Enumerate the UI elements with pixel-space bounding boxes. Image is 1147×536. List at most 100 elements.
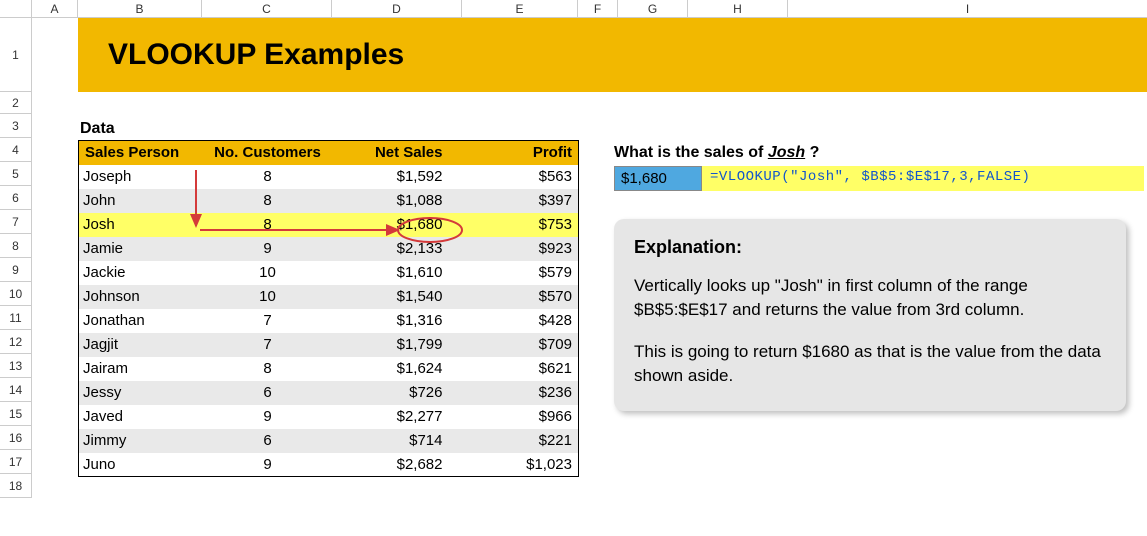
th-profit[interactable]: Profit [463,141,579,165]
table-row[interactable]: Juno9$2,682$1,023 [79,453,579,477]
table-row[interactable]: Jonathan7$1,316$428 [79,309,579,333]
row-header-7[interactable]: 7 [0,210,32,234]
col-header-d[interactable]: D [332,0,462,18]
table-row[interactable]: Jagjit7$1,799$709 [79,333,579,357]
table-row[interactable]: Javed9$2,277$966 [79,405,579,429]
col-header-g[interactable]: G [618,0,688,18]
cell-netsales[interactable]: $726 [333,381,463,405]
cell-profit[interactable]: $923 [463,237,579,261]
row-header-2[interactable]: 2 [0,92,32,114]
table-row[interactable]: Jackie10$1,610$579 [79,261,579,285]
cell-netsales[interactable]: $1,799 [333,333,463,357]
corner-cell[interactable] [0,0,32,18]
cell-name[interactable]: Javed [79,405,203,429]
cell-netsales[interactable]: $1,592 [333,165,463,189]
cell-profit[interactable]: $570 [463,285,579,309]
cell-customers[interactable]: 6 [203,381,333,405]
col-header-a[interactable]: A [32,0,78,18]
cell-customers[interactable]: 8 [203,357,333,381]
cell-name[interactable]: John [79,189,203,213]
table-row[interactable]: Jamie9$2,133$923 [79,237,579,261]
row-header-6[interactable]: 6 [0,186,32,210]
col-header-c[interactable]: C [202,0,332,18]
row-header-9[interactable]: 9 [0,258,32,282]
cell-name[interactable]: Jagjit [79,333,203,357]
cell-customers[interactable]: 8 [203,189,333,213]
cell-name[interactable]: Jonathan [79,309,203,333]
row-header-8[interactable]: 8 [0,234,32,258]
th-netsales[interactable]: Net Sales [333,141,463,165]
cell-name[interactable]: Jamie [79,237,203,261]
row-header-10[interactable]: 10 [0,282,32,306]
th-salesperson[interactable]: Sales Person [79,141,203,165]
cell-profit[interactable]: $397 [463,189,579,213]
cell-customers[interactable]: 9 [203,453,333,477]
col-header-b[interactable]: B [78,0,202,18]
table-row[interactable]: Joseph8$1,592$563 [79,165,579,189]
row-header-1[interactable]: 1 [0,18,32,92]
cell-customers[interactable]: 9 [203,237,333,261]
cell-netsales[interactable]: $2,277 [333,405,463,429]
row-header-17[interactable]: 17 [0,450,32,474]
cell-customers[interactable]: 10 [203,285,333,309]
result-cell[interactable]: $1,680 [614,166,702,191]
cell-netsales[interactable]: $1,088 [333,189,463,213]
cell-netsales[interactable]: $1,624 [333,357,463,381]
cell-profit[interactable]: $428 [463,309,579,333]
row-header-5[interactable]: 5 [0,162,32,186]
row-header-16[interactable]: 16 [0,426,32,450]
cell-customers[interactable]: 8 [203,165,333,189]
table-row[interactable]: Josh8$1,680$753 [79,213,579,237]
cell-name[interactable]: Josh [79,213,203,237]
cell-customers[interactable]: 8 [203,213,333,237]
cell-netsales[interactable]: $1,540 [333,285,463,309]
col-header-h[interactable]: H [688,0,788,18]
cell-customers[interactable]: 7 [203,333,333,357]
cell-profit[interactable]: $753 [463,213,579,237]
table-row[interactable]: Jessy6$726$236 [79,381,579,405]
table-row[interactable]: Jimmy6$714$221 [79,429,579,453]
col-header-i[interactable]: I [788,0,1147,18]
cell-name[interactable]: Jackie [79,261,203,285]
table-row[interactable]: Johnson10$1,540$570 [79,285,579,309]
table-row[interactable]: Jairam8$1,624$621 [79,357,579,381]
cell-customers[interactable]: 9 [203,405,333,429]
row-header-15[interactable]: 15 [0,402,32,426]
cell-netsales[interactable]: $714 [333,429,463,453]
cell-name[interactable]: Joseph [79,165,203,189]
cell-customers[interactable]: 7 [203,309,333,333]
row-header-18[interactable]: 18 [0,474,32,498]
row-header-13[interactable]: 13 [0,354,32,378]
row-header-14[interactable]: 14 [0,378,32,402]
cell-netsales[interactable]: $1,610 [333,261,463,285]
cell-name[interactable]: Juno [79,453,203,477]
cell-profit[interactable]: $1,023 [463,453,579,477]
cell-customers[interactable]: 6 [203,429,333,453]
row-header-12[interactable]: 12 [0,330,32,354]
cell-name[interactable]: Jimmy [79,429,203,453]
col-header-f[interactable]: F [578,0,618,18]
cell-profit[interactable]: $563 [463,165,579,189]
cell-profit[interactable]: $709 [463,333,579,357]
row-header-11[interactable]: 11 [0,306,32,330]
cell-profit[interactable]: $621 [463,357,579,381]
cell-name[interactable]: Jairam [79,357,203,381]
th-customers[interactable]: No. Customers [203,141,333,165]
cell-netsales[interactable]: $2,133 [333,237,463,261]
cell-profit[interactable]: $221 [463,429,579,453]
row-header-3[interactable]: 3 [0,114,32,138]
data-table[interactable]: Sales Person No. Customers Net Sales Pro… [78,140,579,477]
cell-profit[interactable]: $966 [463,405,579,429]
cell-netsales[interactable]: $1,680 [333,213,463,237]
cell-name[interactable]: Johnson [79,285,203,309]
table-row[interactable]: John8$1,088$397 [79,189,579,213]
col-header-e[interactable]: E [462,0,578,18]
cell-netsales[interactable]: $2,682 [333,453,463,477]
cell-profit[interactable]: $236 [463,381,579,405]
formula-cell[interactable]: =VLOOKUP("Josh", $B$5:$E$17,3,FALSE) [702,166,1144,191]
cell-customers[interactable]: 10 [203,261,333,285]
row-header-4[interactable]: 4 [0,138,32,162]
cell-profit[interactable]: $579 [463,261,579,285]
cell-netsales[interactable]: $1,316 [333,309,463,333]
cell-name[interactable]: Jessy [79,381,203,405]
